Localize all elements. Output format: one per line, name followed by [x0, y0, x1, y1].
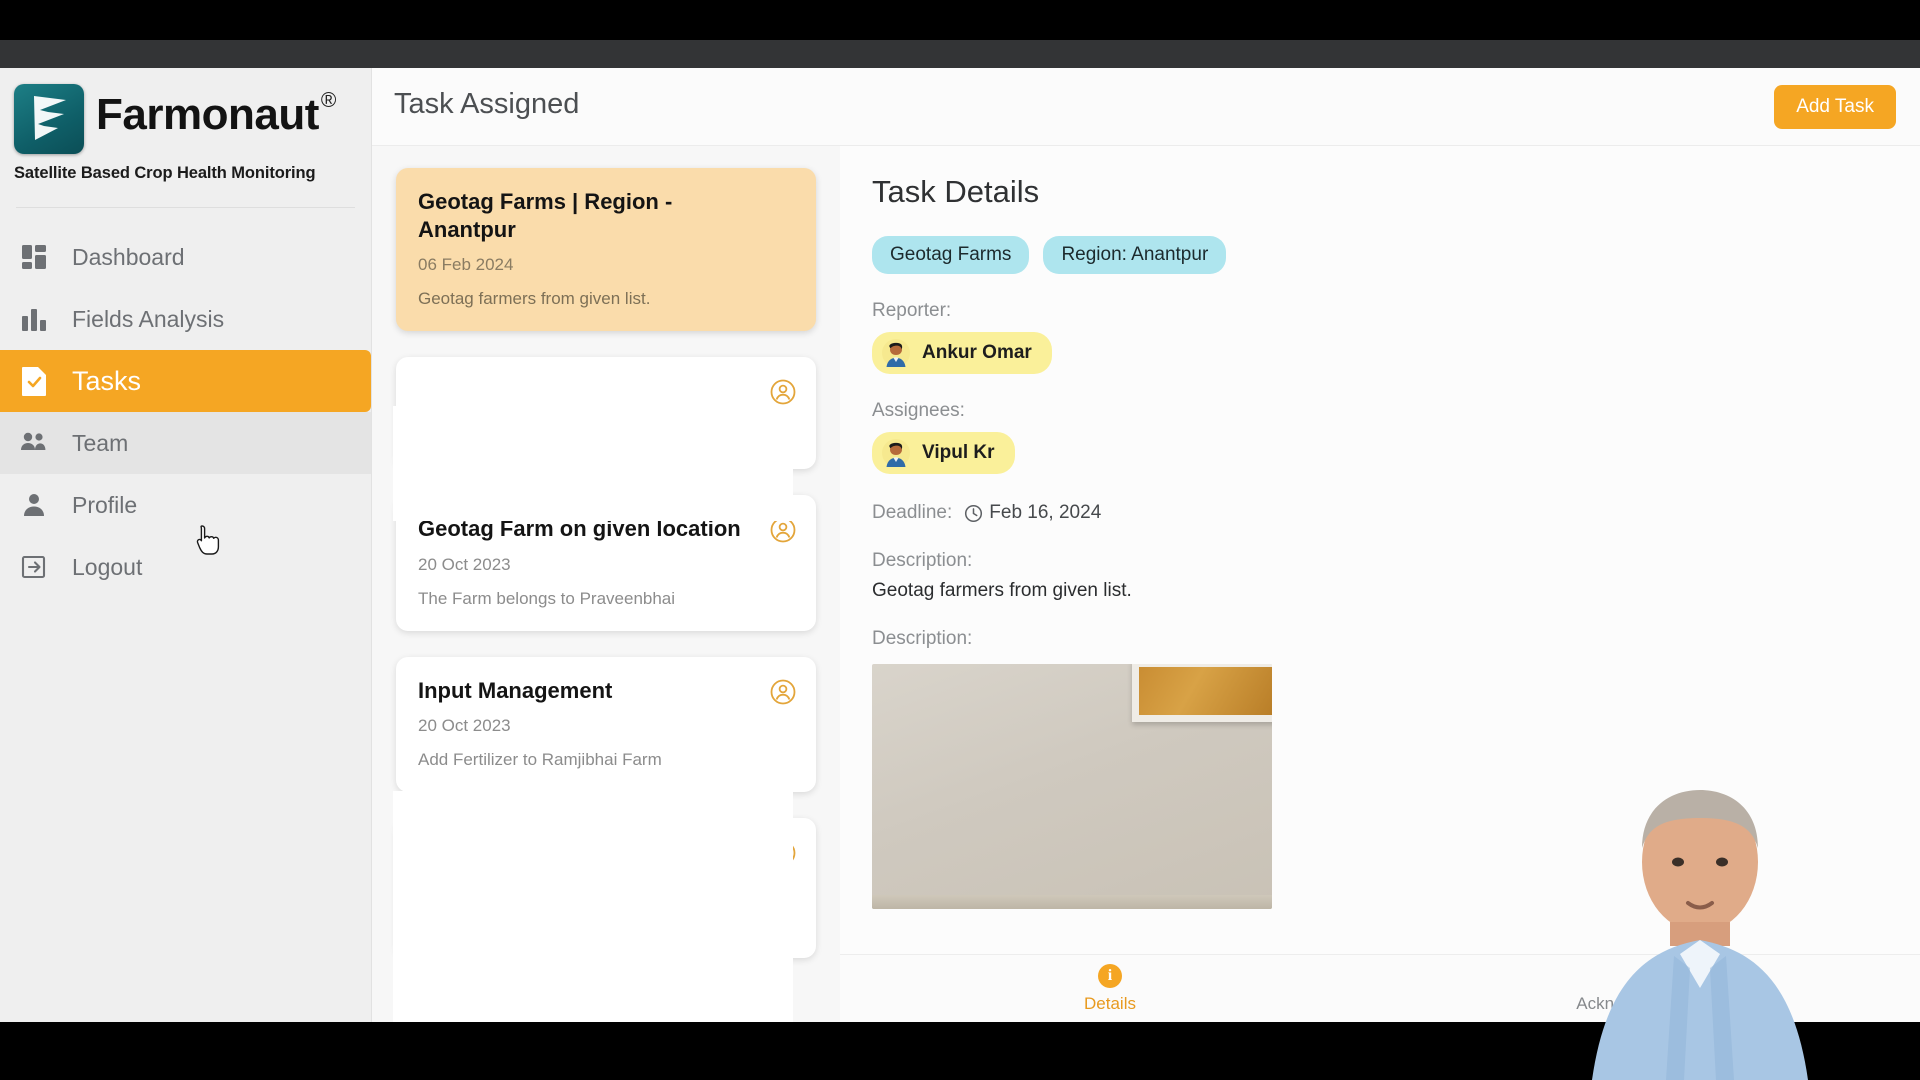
tab-label: Acknowledgements	[1576, 994, 1724, 1013]
description-label-2: Description:	[872, 628, 973, 649]
video-letterbox-bottom	[0, 1022, 1920, 1080]
task-card-date: 06 Feb 2024	[418, 255, 514, 274]
sidebar-item-team[interactable]: Team	[0, 412, 371, 474]
task-document-icon	[18, 365, 50, 397]
task-card[interactable]	[396, 357, 816, 469]
browser-chrome-strip	[0, 40, 1920, 68]
tab-details[interactable]: i Details	[840, 955, 1380, 1022]
task-card[interactable]: Input Management 20 Oct 2023 Add Fertili…	[396, 656, 816, 792]
application-window: Farmonaut ® Satellite Based Crop Health …	[0, 68, 1920, 1022]
tag-chip-region: Region: Anantpur	[1043, 236, 1227, 274]
assignee-avatar-icon	[770, 840, 796, 866]
task-card-date: 20 Oct 2023	[418, 900, 511, 919]
task-card-description: Add Fertilizer to Ramjibhai Farm	[418, 750, 662, 769]
registered-mark-icon: ®	[320, 89, 337, 112]
screen-root: Farmonaut ® Satellite Based Crop Health …	[0, 0, 1920, 1080]
description-text: Geotag farmers from given list.	[872, 580, 1132, 601]
photo-floor	[872, 895, 1272, 909]
details-chip-row: Geotag Farms Region: Anantpur	[872, 236, 1888, 274]
reporter-chip: Ankur Omar	[872, 332, 1052, 374]
task-card-title: Input Management	[418, 677, 613, 703]
page-title: Task Assigned	[394, 88, 580, 120]
sidebar-item-profile[interactable]: Profile	[0, 474, 371, 536]
avatar	[882, 339, 910, 367]
assignee-avatar-icon	[770, 517, 796, 543]
deadline-value: Feb 16, 2024	[989, 502, 1102, 523]
sidebar-item-label: Fields Analysis	[72, 305, 225, 332]
details-tab-bar: i Details Acknowledgements	[840, 954, 1920, 1022]
task-card-description: Geotag farmers from given list.	[418, 289, 651, 308]
task-card-date: 20 Oct 2023	[418, 716, 511, 735]
sidebar-divider	[16, 207, 355, 208]
sidebar-item-label: Logout	[72, 553, 143, 580]
sidebar: Farmonaut ® Satellite Based Crop Health …	[0, 68, 372, 1022]
sidebar-item-label: Dashboard	[72, 243, 185, 270]
sidebar-item-label: Team	[72, 429, 129, 456]
assignee-chip: Vipul Kr	[872, 432, 1015, 474]
deadline-row: Deadline: Feb 16, 2024	[872, 502, 1888, 524]
tab-label: Details	[1084, 994, 1136, 1013]
assignee-name: Vipul Kr	[922, 442, 995, 463]
logout-arrow-icon	[18, 551, 50, 583]
assignee-avatar-icon	[770, 379, 796, 405]
sidebar-item-logout[interactable]: Logout	[0, 536, 371, 598]
task-card-description: The Farm belongs to Praveenbhai	[418, 588, 676, 608]
info-icon: i	[1097, 963, 1123, 989]
task-card-title: Geotag Farm on given location	[418, 516, 741, 541]
sidebar-nav: Dashboard Fields Analysis Tasks Team Pro…	[0, 226, 371, 598]
task-card[interactable]: 20 Oct 2023	[396, 818, 816, 958]
people-group-icon	[18, 427, 50, 459]
task-card-date: 20 Oct 2023	[418, 554, 511, 574]
sidebar-item-label: Profile	[72, 491, 138, 518]
tab-acknowledgements[interactable]: Acknowledgements	[1380, 955, 1920, 1022]
bar-chart-icon	[18, 303, 50, 335]
assignees-label: Assignees:	[872, 400, 965, 421]
assignee-avatar-icon	[770, 679, 796, 705]
attachment-photo[interactable]	[872, 664, 1272, 909]
task-list[interactable]: Geotag Farms | Region - Anantpur 06 Feb …	[372, 146, 840, 1022]
brand-header: Farmonaut ® Satellite Based Crop Health …	[0, 68, 371, 193]
sidebar-item-label: Tasks	[72, 365, 142, 396]
dashboard-grid-icon	[18, 241, 50, 273]
photo-frame	[1132, 664, 1272, 722]
sidebar-item-tasks[interactable]: Tasks	[0, 350, 371, 412]
task-card[interactable]: Geotag Farms | Region - Anantpur 06 Feb …	[396, 168, 816, 331]
sidebar-item-fields-analysis[interactable]: Fields Analysis	[0, 288, 371, 350]
reporter-label: Reporter:	[872, 300, 952, 321]
deadline-label: Deadline:	[872, 502, 953, 523]
farmonaut-leaf-icon	[14, 84, 84, 154]
task-details-content: Task Details Geotag Farms Region: Anantp…	[840, 146, 1920, 954]
task-card-title: Geotag Farms | Region - Anantpur	[418, 189, 673, 242]
task-details-panel: Task Details Geotag Farms Region: Anantp…	[840, 146, 1920, 1022]
person-icon	[18, 489, 50, 521]
brand-tagline: Satellite Based Crop Health Monitoring	[14, 164, 316, 182]
details-title: Task Details	[872, 174, 1040, 209]
reporter-name: Ankur Omar	[922, 342, 1032, 363]
video-letterbox-top	[0, 0, 1920, 68]
sidebar-item-dashboard[interactable]: Dashboard	[0, 226, 371, 288]
description-label: Description:	[872, 550, 973, 571]
avatar	[882, 439, 910, 467]
tag-chip-geotag-farms: Geotag Farms	[872, 236, 1030, 274]
page-header: Task Assigned Add Task	[372, 68, 1920, 146]
history-clock-icon	[1637, 963, 1663, 989]
clock-icon	[964, 504, 983, 523]
add-task-button[interactable]: Add Task	[1774, 85, 1896, 129]
task-card[interactable]: Geotag Farm on given location 20 Oct 202…	[396, 495, 816, 631]
brand-name: Farmonaut	[96, 90, 319, 139]
photo-frame-art	[1139, 667, 1272, 715]
